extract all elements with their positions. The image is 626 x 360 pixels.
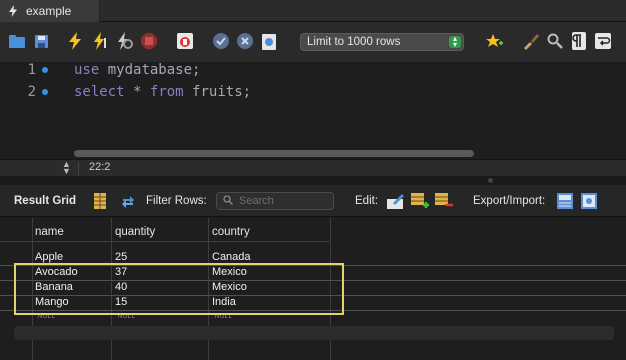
editor-horizontal-scrollbar[interactable] (74, 150, 474, 157)
cursor-position: 22:2 (89, 161, 111, 173)
header-divider (0, 241, 330, 242)
add-row-icon[interactable] (411, 193, 429, 209)
wrap-icon[interactable] (594, 32, 612, 50)
tab-bar: example (0, 0, 626, 22)
rows-highlight-box (14, 263, 344, 315)
edit-row-icon[interactable] (387, 193, 404, 209)
sql-toolbar: Limit to 1000 rows ▴ ▾ (0, 22, 626, 62)
column-header-country[interactable]: country (212, 226, 250, 238)
pane-divider[interactable] (0, 176, 626, 185)
grid-horizontal-scrollbar[interactable] (14, 326, 614, 340)
column-header-name[interactable]: name (35, 226, 64, 238)
invisible-chars-icon[interactable] (570, 32, 588, 50)
autocommit-icon[interactable] (260, 32, 278, 50)
result-toolbar: Result Grid Filter Rows: Edit: Export/Im… (0, 185, 626, 217)
limit-rows-select[interactable]: Limit to 1000 rows ▴ ▾ (300, 33, 464, 51)
result-grid: name quantity country Apple 25 Canada Av… (0, 218, 626, 360)
import-icon[interactable] (581, 193, 597, 209)
line-number: 2 (27, 84, 36, 100)
edit-label: Edit: (355, 195, 379, 207)
search-icon (223, 194, 234, 208)
column-header-quantity[interactable]: quantity (115, 226, 155, 238)
explain-icon[interactable] (116, 32, 134, 50)
cell-country[interactable]: Canada (212, 251, 251, 263)
filter-rows-label: Filter Rows: (146, 195, 207, 207)
limit-rows-value: Limit to 1000 rows (307, 36, 401, 48)
cell-name[interactable]: Apple (35, 251, 63, 263)
cell-quantity[interactable]: 25 (115, 251, 127, 263)
stop-icon[interactable] (140, 32, 158, 50)
commit-icon[interactable] (212, 32, 230, 50)
statement-marker-icon (42, 89, 48, 95)
divider-handle[interactable] (488, 178, 493, 183)
brush-icon[interactable] (522, 32, 540, 50)
lightning-icon (8, 5, 18, 17)
refresh-icon[interactable] (120, 193, 136, 209)
select-chevron-icon: ▴ ▾ (449, 35, 461, 49)
status-separator (78, 162, 79, 175)
search-input[interactable] (239, 195, 323, 207)
beautify-icon[interactable] (486, 32, 504, 50)
tab-example[interactable]: example (0, 0, 100, 22)
statement-marker-icon (42, 67, 48, 73)
code-text: use mydatabase; (74, 62, 201, 78)
rollback-icon[interactable] (236, 32, 254, 50)
code-text: select * from fruits; (74, 84, 252, 100)
result-grid-label: Result Grid (14, 195, 76, 207)
editor-status-bar: ▲ ▼ 22:2 (0, 159, 626, 176)
delete-row-icon[interactable] (435, 193, 453, 209)
grid-view-icon[interactable] (94, 193, 110, 209)
execute-cursor-icon[interactable] (92, 32, 110, 50)
sql-editor[interactable]: 1 use mydatabase; 2 select * from fruits… (0, 62, 626, 158)
tab-title: example (26, 4, 72, 18)
updown-icon[interactable]: ▲ ▼ (62, 160, 71, 176)
save-icon[interactable] (32, 32, 50, 50)
export-import-label: Export/Import: (473, 195, 546, 207)
find-icon[interactable] (546, 32, 564, 50)
toggle-error-icon[interactable] (176, 32, 194, 50)
line-number: 1 (27, 62, 36, 78)
filter-search-box[interactable] (216, 192, 334, 210)
execute-icon[interactable] (66, 32, 84, 50)
export-icon[interactable] (557, 193, 573, 209)
open-folder-icon[interactable] (8, 32, 26, 50)
